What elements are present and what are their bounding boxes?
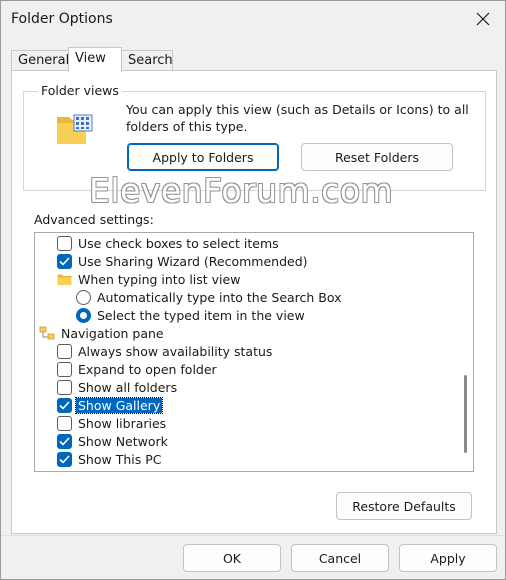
settings-row[interactable]: Show libraries xyxy=(35,414,455,432)
settings-row-label: Show all folders xyxy=(78,379,178,395)
folder-view-icon xyxy=(56,111,96,147)
settings-row[interactable]: Show Network xyxy=(35,432,455,450)
settings-row[interactable]: Automatically type into the Search Box xyxy=(35,288,455,306)
settings-row-label: When typing into list view xyxy=(78,271,241,287)
checkbox[interactable] xyxy=(57,361,72,377)
settings-row-label: Show libraries xyxy=(78,415,167,431)
checkbox[interactable] xyxy=(57,253,72,269)
settings-row-label: Navigation pane xyxy=(61,325,164,341)
settings-row-label: Select the typed item in the view xyxy=(97,307,305,323)
close-icon[interactable] xyxy=(469,5,497,33)
settings-row: When typing into list view xyxy=(35,270,455,288)
settings-row-label: Automatically type into the Search Box xyxy=(97,289,342,305)
tab-view[interactable]: View xyxy=(68,47,122,72)
advanced-settings-list[interactable]: Use check boxes to select items Use Shari… xyxy=(34,232,474,472)
watermark-text: ElevenForum.com xyxy=(89,171,394,210)
checkbox[interactable] xyxy=(57,415,72,431)
checkbox[interactable] xyxy=(57,451,72,467)
tab-general[interactable]: General xyxy=(11,50,69,71)
apply-button[interactable]: Apply xyxy=(399,544,497,572)
settings-row-label: Show Network xyxy=(78,433,168,449)
title-bar: Folder Options xyxy=(1,1,505,39)
settings-row[interactable]: Show Gallery xyxy=(35,396,455,414)
tab-search[interactable]: Search xyxy=(121,50,173,71)
settings-row[interactable]: Show This PC xyxy=(35,450,455,468)
settings-row-label: Show This PC xyxy=(78,451,162,467)
radio-button[interactable] xyxy=(76,289,91,305)
folder-views-description: You can apply this view (such as Details… xyxy=(126,102,469,134)
radio-button[interactable] xyxy=(76,307,91,323)
ok-button[interactable]: OK xyxy=(183,544,281,572)
advanced-settings-label: Advanced settings: xyxy=(34,212,154,227)
scrollbar-thumb[interactable] xyxy=(464,375,467,453)
settings-row[interactable]: Show all folders xyxy=(35,378,455,396)
scrollbar[interactable] xyxy=(457,233,473,471)
settings-row-label: Expand to open folder xyxy=(78,361,217,377)
folder-views-label: Folder views xyxy=(38,83,122,98)
checkbox[interactable] xyxy=(57,397,72,413)
settings-row[interactable]: Use check boxes to select items xyxy=(35,234,455,252)
settings-row-label: Always show availability status xyxy=(78,343,273,359)
checkbox[interactable] xyxy=(57,379,72,395)
checkbox[interactable] xyxy=(57,433,72,449)
checkbox[interactable] xyxy=(57,235,72,251)
apply-to-folders-button[interactable]: Apply to Folders xyxy=(127,143,279,171)
cancel-button[interactable]: Cancel xyxy=(291,544,389,572)
folder-options-window: Folder Options General View Search Folde… xyxy=(0,0,506,580)
settings-row[interactable]: Expand to open folder xyxy=(35,360,455,378)
checkbox[interactable] xyxy=(57,343,72,359)
settings-row: Navigation pane xyxy=(35,324,455,342)
navigation-pane-icon xyxy=(39,326,55,340)
settings-row[interactable]: Select the typed item in the view xyxy=(35,306,455,324)
restore-defaults-button[interactable]: Restore Defaults xyxy=(336,492,472,520)
settings-row-label: Use Sharing Wizard (Recommended) xyxy=(78,253,308,269)
window-title: Folder Options xyxy=(11,11,113,27)
settings-row[interactable]: Use Sharing Wizard (Recommended) xyxy=(35,252,455,270)
settings-row[interactable]: Always show availability status xyxy=(35,342,455,360)
reset-folders-button[interactable]: Reset Folders xyxy=(301,143,453,171)
folder-icon xyxy=(57,273,72,286)
settings-row-label: Show Gallery xyxy=(74,396,164,414)
settings-row-label: Use check boxes to select items xyxy=(78,235,279,251)
